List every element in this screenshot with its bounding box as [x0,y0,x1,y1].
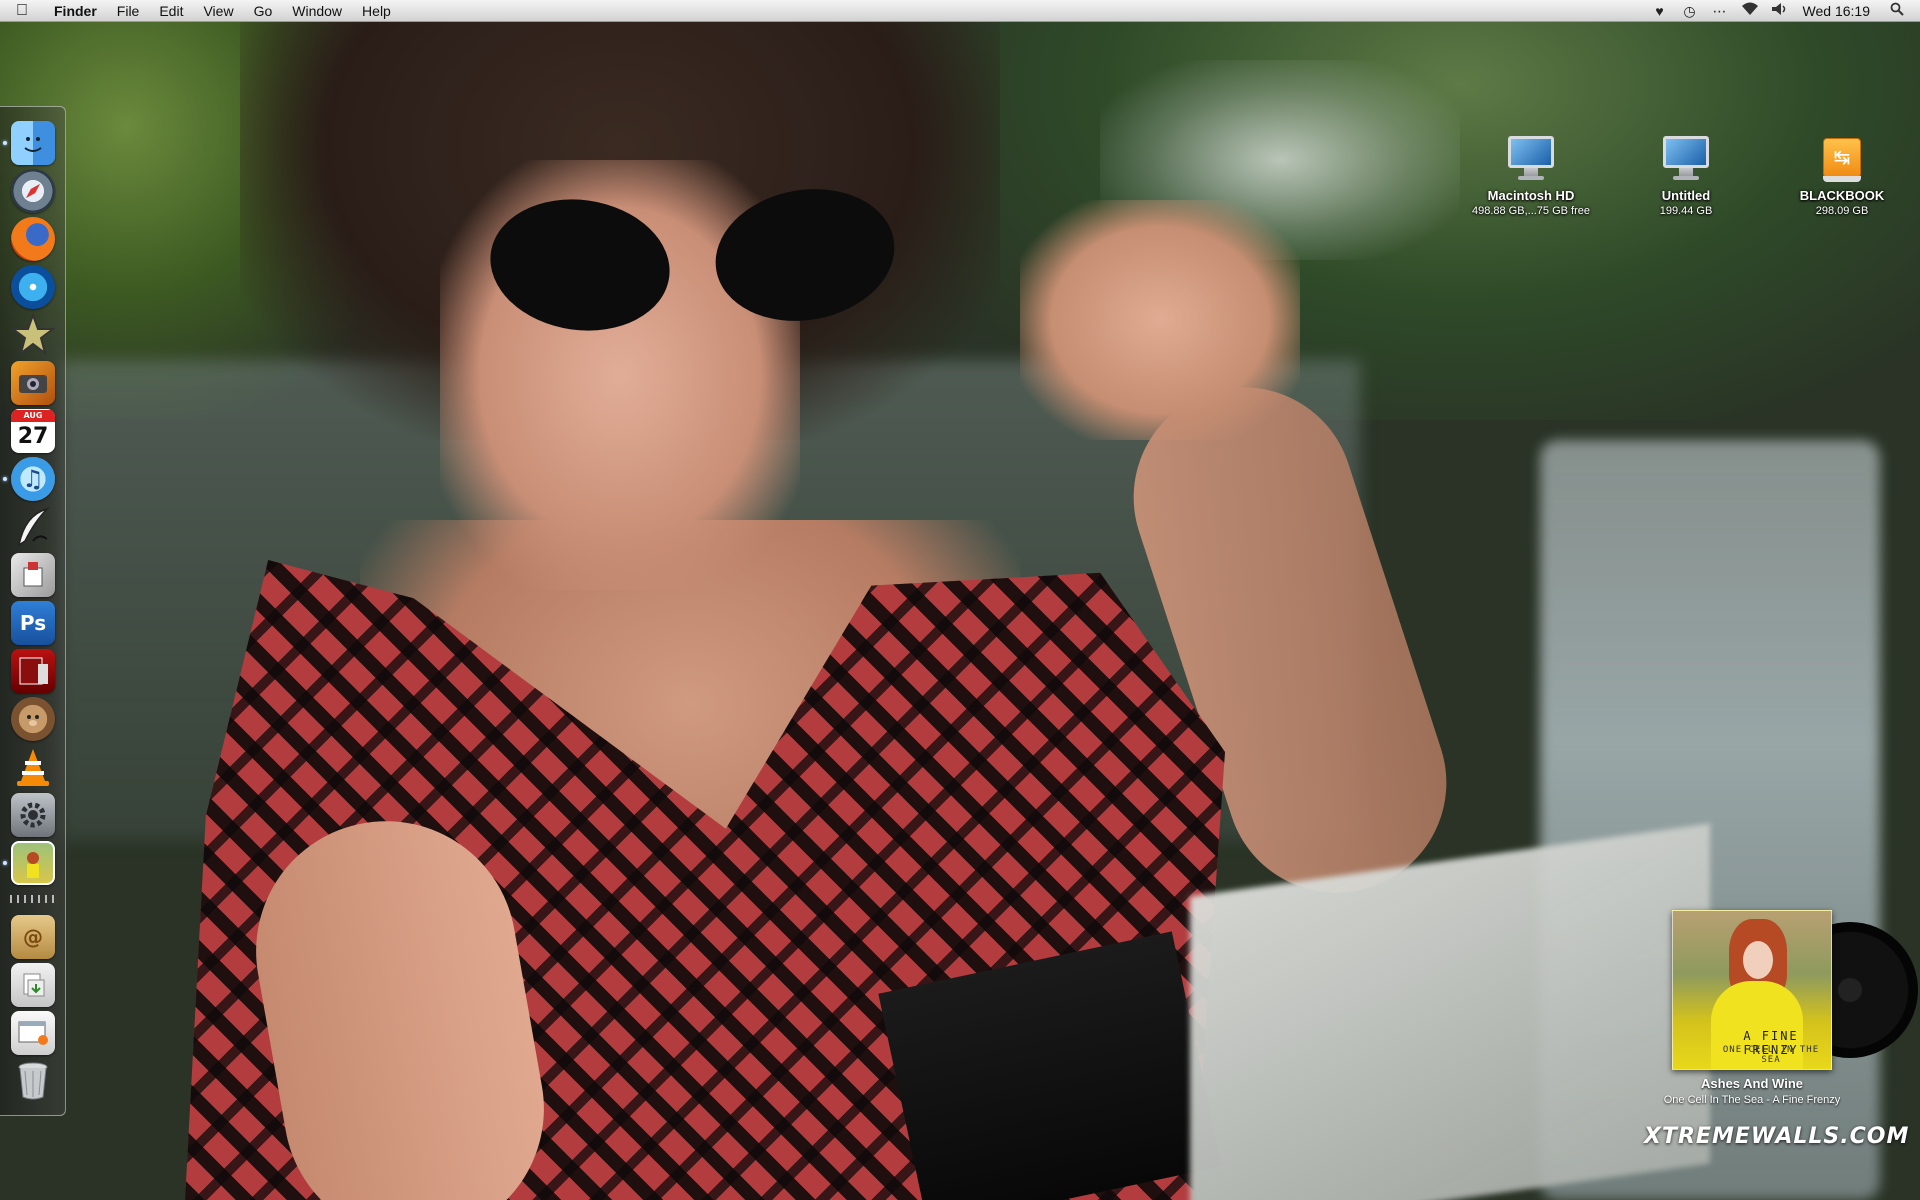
wallpaper-watermark: XTREMEWALLS.COM [1644,1124,1910,1149]
growl-bear-dock-icon[interactable] [11,697,55,741]
volume-icon[interactable] [1765,0,1795,22]
running-indicator [3,477,7,481]
running-indicator [3,141,7,145]
heart-icon[interactable]: ♥ [1645,0,1675,22]
iphoto-dock-icon[interactable] [11,361,55,405]
drive-name: Macintosh HD [1487,188,1575,203]
downloads-stack-icon[interactable] [11,963,55,1007]
spotlight-search-icon[interactable] [1882,0,1912,22]
quill-pen-dock-icon[interactable] [11,505,55,549]
drive-name: Untitled [1661,188,1711,203]
photo-booth-dock-icon[interactable] [11,649,55,693]
menu-view[interactable]: View [193,0,243,22]
imovie-dock-icon[interactable] [11,313,55,357]
wallpaper-laptop [1190,823,1710,1200]
drive-macintosh-hd[interactable]: Macintosh HD 498.88 GB,...75 GB free [1456,136,1606,217]
ical-day: 27 [17,424,49,449]
album-art-subtitle: ONE CELL IN THE SEA [1722,1045,1820,1065]
itunes-dock-icon[interactable]: ♫ [11,457,55,501]
safari-dock-icon[interactable] [11,169,55,213]
menu-go[interactable]: Go [244,0,283,22]
menu-clock[interactable]: Wed 16:19 [1795,3,1882,19]
menu-bar:  Finder File Edit View Go Window Help ♥… [0,0,1920,22]
system-preferences-dock-icon[interactable] [11,793,55,837]
apple-menu-icon[interactable]:  [0,0,44,22]
wifi-icon[interactable] [1735,0,1765,22]
documents-stack-icon[interactable] [11,1011,55,1055]
now-playing-artist-album: One Cell In The Sea - A Fine Frenzy [1663,1094,1841,1106]
imac-icon [1506,136,1556,182]
drive-name: BLACKBOOK [1799,188,1885,203]
dvd-player-dock-icon[interactable] [11,265,55,309]
drive-info: 498.88 GB,...75 GB free [1471,205,1590,217]
running-indicator [3,861,7,865]
ical-dock-icon[interactable]: AUG 27 [11,409,55,453]
finder-dock-icon[interactable] [11,121,55,165]
time-machine-icon[interactable]: ◷ [1675,0,1705,22]
menu-edit[interactable]: Edit [149,0,193,22]
menu-help[interactable]: Help [352,0,401,22]
wallpaper-hand [1020,200,1300,440]
drive-info: 298.09 GB [1815,205,1869,217]
usb-drive-icon: ↹ [1817,136,1867,182]
imac-icon [1661,136,1711,182]
menu-file[interactable]: File [107,0,150,22]
status-menus: ♥ ◷ ⋯ Wed 16:19 [1645,0,1920,22]
preview-dock-icon[interactable] [11,553,55,597]
menu-extra-icon[interactable]: ⋯ [1705,0,1735,22]
drive-untitled[interactable]: Untitled 199.44 GB [1611,136,1761,217]
drive-info: 199.44 GB [1659,205,1713,217]
dock: AUG 27 ♫ Ps @ [0,106,66,1116]
trash-icon[interactable] [11,1059,55,1103]
dock-separator [10,895,56,903]
now-playing-song: Ashes And Wine [1701,1076,1803,1091]
vlc-cone-dock-icon[interactable] [11,745,55,789]
album-artwork[interactable]: A FINE FRENZY ONE CELL IN THE SEA [1672,910,1832,1070]
drive-blackbook[interactable]: ↹ BLACKBOOK 298.09 GB [1767,136,1917,217]
menu-app-finder[interactable]: Finder [44,0,107,22]
menu-window[interactable]: Window [282,0,352,22]
ical-month: AUG [11,410,55,422]
photoshop-dock-icon[interactable]: Ps [11,601,55,645]
mail-stack-icon[interactable]: @ [11,915,55,959]
wallpaper-dock-icon[interactable] [11,841,55,885]
firefox-dock-icon[interactable] [11,217,55,261]
